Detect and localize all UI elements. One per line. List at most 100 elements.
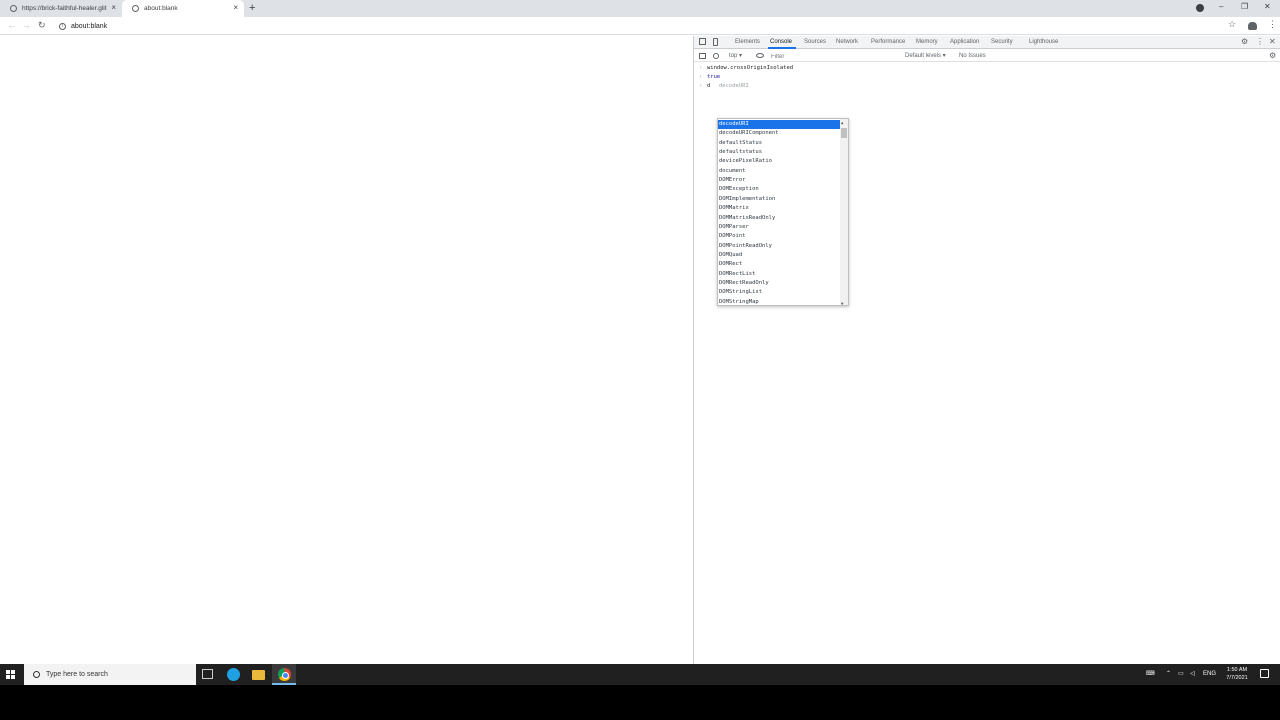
- tab-console[interactable]: Console: [770, 38, 792, 47]
- autocomplete-item[interactable]: DOMImplementation: [718, 195, 840, 204]
- page-content[interactable]: [0, 36, 693, 664]
- close-icon[interactable]: ×: [111, 4, 116, 12]
- volume-icon[interactable]: ◁: [1190, 670, 1195, 679]
- info-icon[interactable]: i: [59, 22, 66, 30]
- edge-icon[interactable]: [227, 668, 240, 681]
- globe-icon: [132, 5, 139, 12]
- autocomplete-item[interactable]: DOMError: [718, 176, 840, 185]
- file-explorer-icon[interactable]: [252, 670, 265, 680]
- language-indicator[interactable]: ENG: [1203, 670, 1216, 679]
- tab-sources[interactable]: Sources: [804, 38, 826, 47]
- autocomplete-item[interactable]: DOMMatrixReadOnly: [718, 214, 840, 223]
- tab-security[interactable]: Security: [991, 38, 1013, 47]
- gear-icon[interactable]: ⚙: [1241, 38, 1248, 46]
- scroll-thumb[interactable]: [841, 128, 847, 138]
- star-icon[interactable]: ☆: [1228, 19, 1236, 30]
- autocomplete-item[interactable]: DOMStringList: [718, 288, 840, 297]
- console-output[interactable]: › window.crossOriginIsolated ‹ true › d deco…: [694, 63, 1280, 664]
- scroll-down-icon[interactable]: ▼: [841, 301, 843, 305]
- autocomplete-item[interactable]: DOMPoint: [718, 232, 840, 241]
- chevron-up-icon[interactable]: ⌃: [1166, 670, 1171, 679]
- taskbar-search[interactable]: Type here to search: [24, 664, 196, 685]
- chrome-icon[interactable]: [278, 668, 291, 681]
- autocomplete-hint: decodeURI: [719, 83, 749, 89]
- console-settings-icon[interactable]: ⚙: [1269, 52, 1276, 60]
- maximize-button[interactable]: ❐: [1241, 2, 1248, 12]
- tab-title: about:blank: [144, 5, 178, 12]
- console-text: true: [707, 74, 721, 80]
- autocomplete-item[interactable]: DOMException: [718, 185, 840, 194]
- close-window-button[interactable]: ✕: [1264, 2, 1271, 12]
- autocomplete-item[interactable]: DOMPointReadOnly: [718, 242, 840, 251]
- clock-date: 7/7/2021: [1226, 675, 1248, 681]
- address-text: about:blank: [71, 22, 108, 30]
- profile-icon[interactable]: [1248, 22, 1257, 30]
- autocomplete-item[interactable]: DOMMatrix: [718, 204, 840, 213]
- eye-icon[interactable]: [756, 53, 764, 58]
- autocomplete-item[interactable]: DOMRectList: [718, 270, 840, 279]
- devtools-tab-bar: Elements Console Sources Network Perform…: [694, 36, 1280, 49]
- tab-elements[interactable]: Elements: [735, 38, 760, 47]
- close-devtools-icon[interactable]: ✕: [1269, 38, 1276, 46]
- clear-console-icon[interactable]: [713, 53, 719, 59]
- tab-performance[interactable]: Performance: [871, 38, 905, 47]
- search-icon: [33, 671, 40, 678]
- result-arrow-icon: ‹: [699, 74, 703, 80]
- prompt-icon: ›: [699, 65, 703, 71]
- console-text: window.crossOriginIsolated: [707, 65, 794, 71]
- more-options-icon[interactable]: ⋮: [1256, 38, 1264, 46]
- autocomplete-item[interactable]: devicePixelRatio: [718, 157, 840, 166]
- tab-lighthouse[interactable]: Lighthouse: [1029, 38, 1058, 47]
- autocomplete-item[interactable]: defaultstatus: [718, 148, 840, 157]
- new-tab-button[interactable]: +: [249, 2, 255, 14]
- close-icon[interactable]: ×: [233, 4, 238, 12]
- scroll-up-icon[interactable]: ▲: [841, 120, 843, 125]
- autocomplete-item[interactable]: defaultStatus: [718, 139, 840, 148]
- active-tab-indicator: [768, 47, 796, 49]
- clock-time: 1:50 AM: [1226, 667, 1248, 673]
- task-view-icon[interactable]: [202, 669, 213, 679]
- minimize-button[interactable]: –: [1219, 2, 1223, 12]
- search-placeholder: Type here to search: [46, 671, 108, 678]
- tab-title: https://brick-faithful-healer.glit: [22, 5, 107, 12]
- autocomplete-dropdown[interactable]: decodeURI decodeURIComponent defaultStatus…: [717, 118, 849, 306]
- address-bar[interactable]: i about:blank: [54, 19, 1214, 33]
- device-toolbar-icon[interactable]: [713, 38, 718, 46]
- windows-start-icon[interactable]: [6, 670, 15, 679]
- autocomplete-item[interactable]: DOMParser: [718, 223, 840, 232]
- forward-icon[interactable]: →: [22, 20, 31, 31]
- autocomplete-item[interactable]: DOMQuad: [718, 251, 840, 260]
- tab-application[interactable]: Application: [950, 38, 979, 47]
- console-prompt-line[interactable]: › d decodeURI: [699, 82, 749, 90]
- keyboard-icon[interactable]: ⌨: [1146, 670, 1155, 679]
- issues-counter[interactable]: No Issues: [959, 52, 986, 60]
- autocomplete-item[interactable]: DOMRectReadOnly: [718, 279, 840, 288]
- context-selector[interactable]: top ▾: [729, 52, 742, 60]
- filter-input[interactable]: [771, 52, 901, 61]
- typed-text: d: [707, 83, 711, 89]
- tab-search-icon[interactable]: [1196, 4, 1204, 12]
- scrollbar[interactable]: ▲ ▼: [840, 119, 848, 305]
- inspect-element-icon[interactable]: [699, 38, 706, 45]
- taskbar: Type here to search ⌨ ⌃ ▭ ◁ ENG 1:50 AM …: [0, 664, 1280, 685]
- autocomplete-item[interactable]: document: [718, 167, 840, 176]
- autocomplete-item[interactable]: DOMStringMap: [718, 298, 840, 305]
- reload-icon[interactable]: ↻: [38, 20, 46, 31]
- clock[interactable]: 1:50 AM 7/7/2021: [1222, 666, 1252, 682]
- network-icon[interactable]: ▭: [1178, 670, 1184, 679]
- notification-icon[interactable]: [1260, 669, 1269, 678]
- tab-memory[interactable]: Memory: [916, 38, 938, 47]
- menu-dots-icon[interactable]: ⋮: [1268, 19, 1277, 29]
- autocomplete-item[interactable]: DOMRect: [718, 260, 840, 269]
- tab-glitch[interactable]: https://brick-faithful-healer.glit ×: [0, 0, 122, 17]
- browser-toolbar: ← → ↻ i about:blank ☆ ⋮: [0, 17, 1280, 35]
- sidebar-toggle-icon[interactable]: [699, 53, 706, 59]
- log-levels-dropdown[interactable]: Default levels ▾: [905, 52, 946, 60]
- tab-about-blank[interactable]: about:blank ×: [122, 0, 244, 17]
- screen: https://brick-faithful-healer.glit × abo…: [0, 0, 1280, 720]
- tab-network[interactable]: Network: [836, 38, 858, 47]
- autocomplete-item[interactable]: decodeURI: [718, 120, 840, 130]
- autocomplete-item[interactable]: decodeURIComponent: [718, 129, 840, 138]
- screen-letterbox: [0, 685, 1280, 720]
- back-icon[interactable]: ←: [7, 20, 16, 31]
